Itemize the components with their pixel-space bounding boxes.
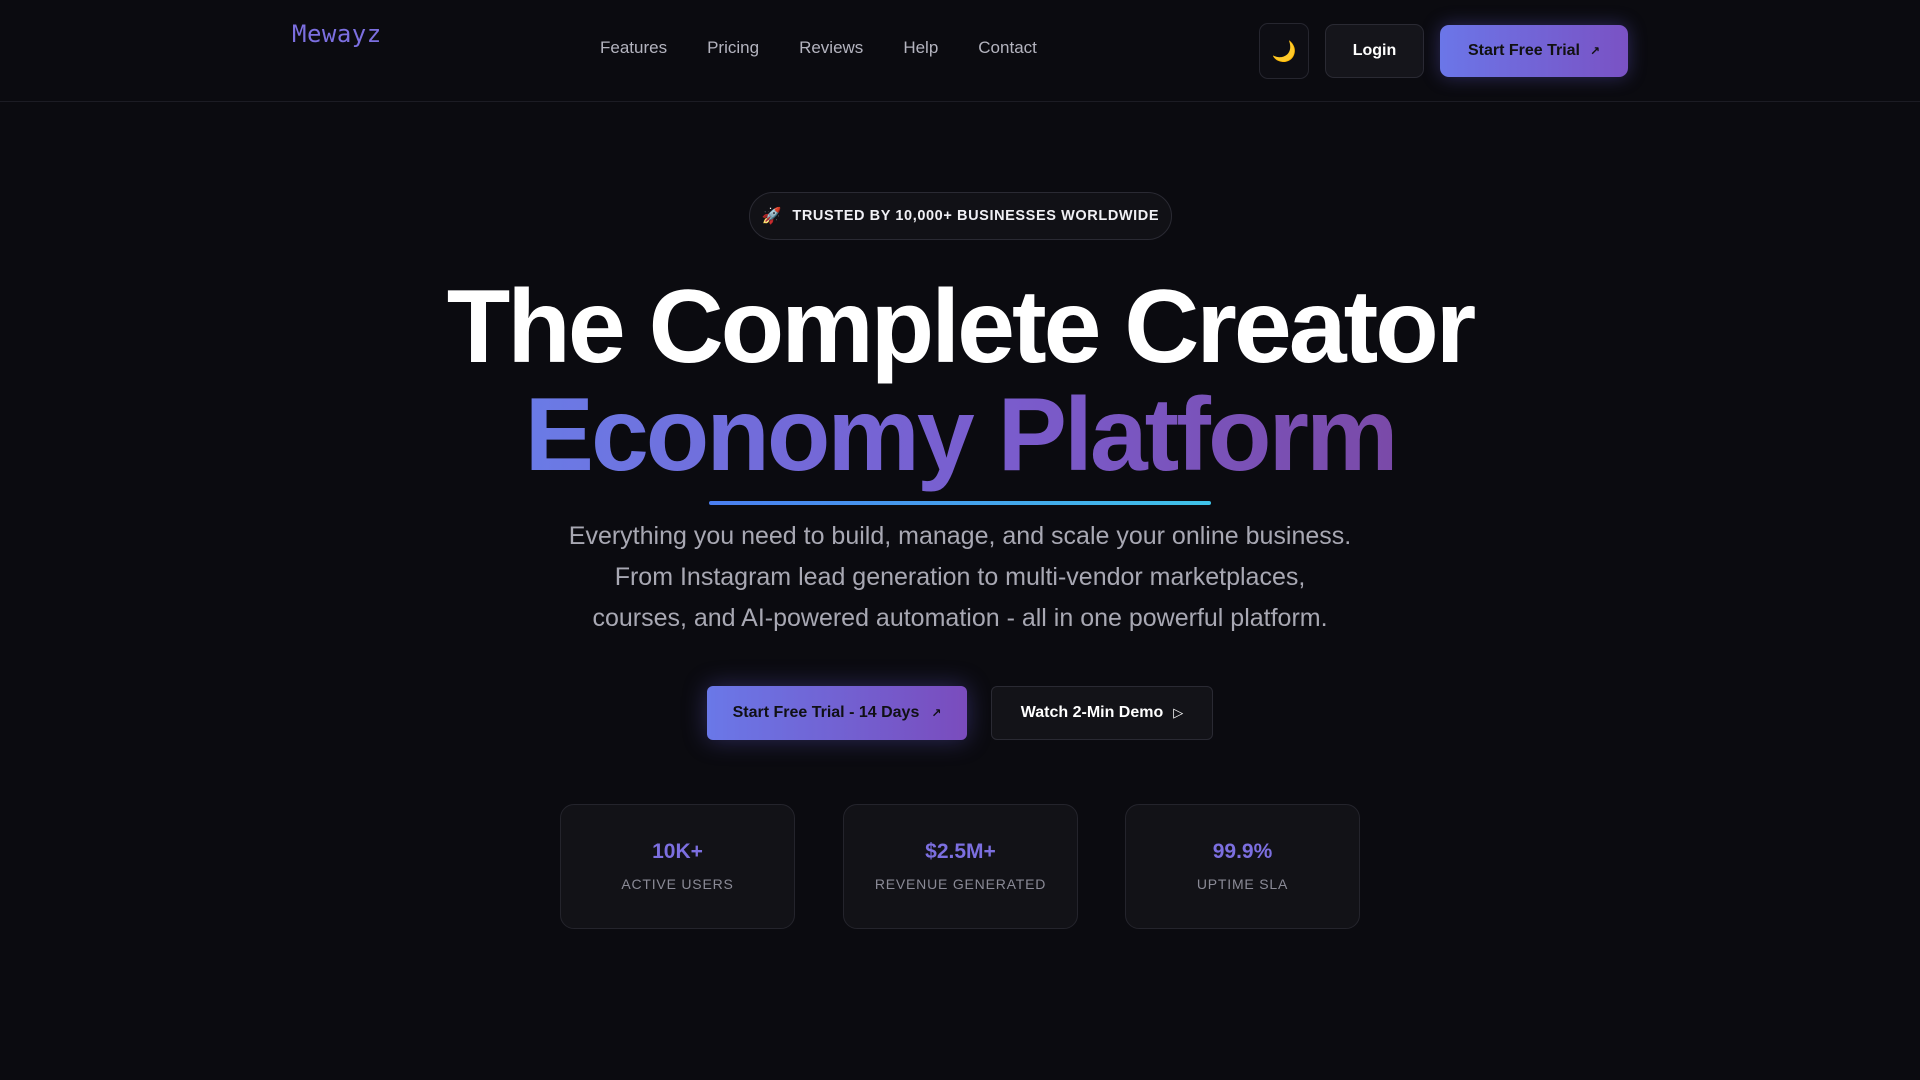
hero-headline: The Complete Creator [446, 269, 1476, 385]
trial-label: Start Free Trial [1467, 42, 1580, 59]
trust-badge-text: TRUSTED BY 10,000+ BUSINESSES WORLDWIDE [792, 208, 1160, 224]
hero-subtitle-line: From Instagram lead generation to multi-… [614, 563, 1306, 591]
cta-secondary-label: Watch 2-Min Demo [1020, 704, 1164, 721]
stat-card-revenue: $2.5M+ REVENUE GENERATED [843, 804, 1078, 929]
theme-toggle-button[interactable]: 🌙 [1259, 23, 1309, 79]
hero-headline-gradient: Economy Platform [0, 383, 1920, 487]
brand-logo[interactable]: Mewayz [292, 20, 382, 48]
arrow-up-right-icon: ↗ [931, 706, 942, 720]
nav-link-pricing[interactable]: Pricing [707, 38, 759, 58]
hero-subtitle-line: courses, and AI-powered automation - all… [592, 604, 1328, 632]
stat-card-active-users: 10K+ ACTIVE USERS [560, 804, 795, 929]
headline-underline [709, 501, 1211, 505]
hero-subtitle-line: Everything you need to build, manage, an… [568, 522, 1352, 550]
hero-headline-gradient-text: Economy Platform [524, 377, 1399, 493]
stat-label: REVENUE GENERATED [874, 876, 1047, 892]
start-free-trial-button[interactable]: Start Free Trial ↗ [1440, 25, 1628, 77]
arrow-up-right-icon: ↗ [1589, 44, 1601, 58]
stat-label: UPTIME SLA [1196, 876, 1289, 892]
stat-value: $2.5M+ [925, 840, 996, 863]
stat-value: 99.9% [1212, 840, 1273, 863]
play-icon: ▷ [1173, 705, 1184, 720]
site-header: Mewayz Features Pricing Reviews Help Con… [0, 0, 1920, 102]
watch-demo-button[interactable]: Watch 2-Min Demo ▷ [991, 686, 1213, 740]
nav-link-features[interactable]: Features [600, 38, 667, 58]
nav-link-help[interactable]: Help [903, 38, 938, 58]
login-button[interactable]: Login [1325, 24, 1424, 78]
login-label: Login [1352, 42, 1397, 59]
hero-subtitle: Everything you need to build, manage, an… [460, 516, 1460, 639]
nav-link-reviews[interactable]: Reviews [799, 38, 863, 58]
trust-badge: 🚀 TRUSTED BY 10,000+ BUSINESSES WORLDWID… [749, 192, 1172, 240]
cta-primary-label: Start Free Trial - 14 Days [732, 704, 920, 721]
stat-card-uptime: 99.9% UPTIME SLA [1125, 804, 1360, 929]
nav-link-contact[interactable]: Contact [978, 38, 1037, 58]
stat-value: 10K+ [652, 840, 703, 863]
moon-icon: 🌙 [1271, 40, 1297, 63]
stat-label: ACTIVE USERS [621, 876, 734, 892]
rocket-icon: 🚀 [761, 208, 783, 225]
main-nav: Features Pricing Reviews Help Contact [600, 38, 1037, 58]
start-trial-cta-button[interactable]: Start Free Trial - 14 Days ↗ [707, 686, 967, 740]
